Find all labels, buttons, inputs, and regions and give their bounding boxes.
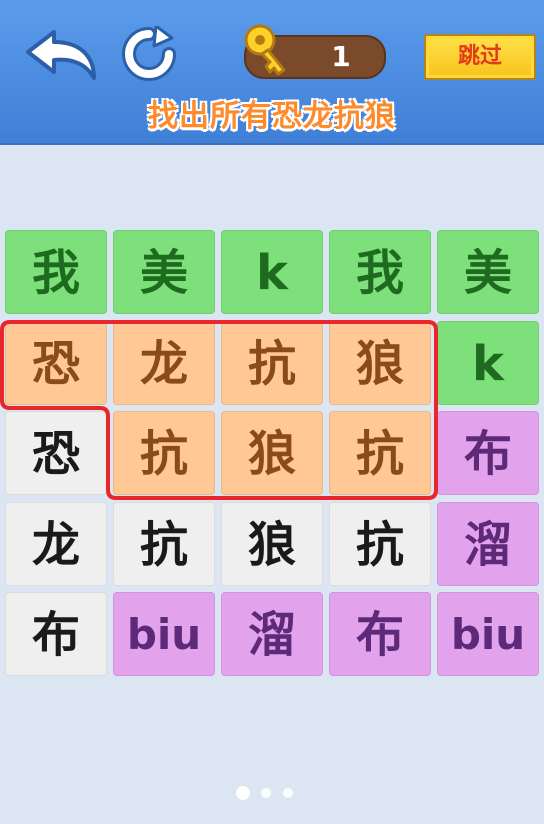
grid-tile[interactable]: 布 [437, 411, 539, 495]
grid-tile[interactable]: 我 [5, 230, 107, 314]
grid-tile[interactable]: 狼 [221, 502, 323, 586]
grid-tile[interactable]: biu [437, 592, 539, 676]
grid-tile[interactable]: 抗 [113, 502, 215, 586]
grid-tile[interactable]: 溜 [221, 592, 323, 676]
page-indicator [0, 784, 544, 800]
grid-tile[interactable]: 布 [329, 592, 431, 676]
grid-tile[interactable]: 抗 [113, 411, 215, 495]
grid-tile[interactable]: 抗 [329, 411, 431, 495]
word-grid: 我美 k 我美恐龙抗狼 k 恐抗狼抗布龙抗狼抗溜布 biu 溜布 biu [0, 0, 544, 700]
grid-tile[interactable]: 狼 [221, 411, 323, 495]
grid-tile[interactable]: 恐 [5, 321, 107, 405]
grid-tile[interactable]: 恐 [5, 411, 107, 495]
page-dot[interactable] [236, 786, 250, 800]
grid-tile[interactable]: biu [113, 592, 215, 676]
grid-tile[interactable]: 美 [113, 230, 215, 314]
grid-tile[interactable]: 狼 [329, 321, 431, 405]
page-dot[interactable] [261, 788, 271, 798]
grid-tile[interactable]: 龙 [5, 502, 107, 586]
grid-tile[interactable]: 溜 [437, 502, 539, 586]
grid-tile[interactable]: 抗 [329, 502, 431, 586]
grid-tile[interactable]: 美 [437, 230, 539, 314]
grid-tile[interactable]: 布 [5, 592, 107, 676]
grid-tile[interactable]: k [221, 230, 323, 314]
grid-tile[interactable]: 我 [329, 230, 431, 314]
page-dot[interactable] [283, 788, 293, 798]
grid-tile[interactable]: 抗 [221, 321, 323, 405]
grid-tile[interactable]: 龙 [113, 321, 215, 405]
grid-tile[interactable]: k [437, 321, 539, 405]
